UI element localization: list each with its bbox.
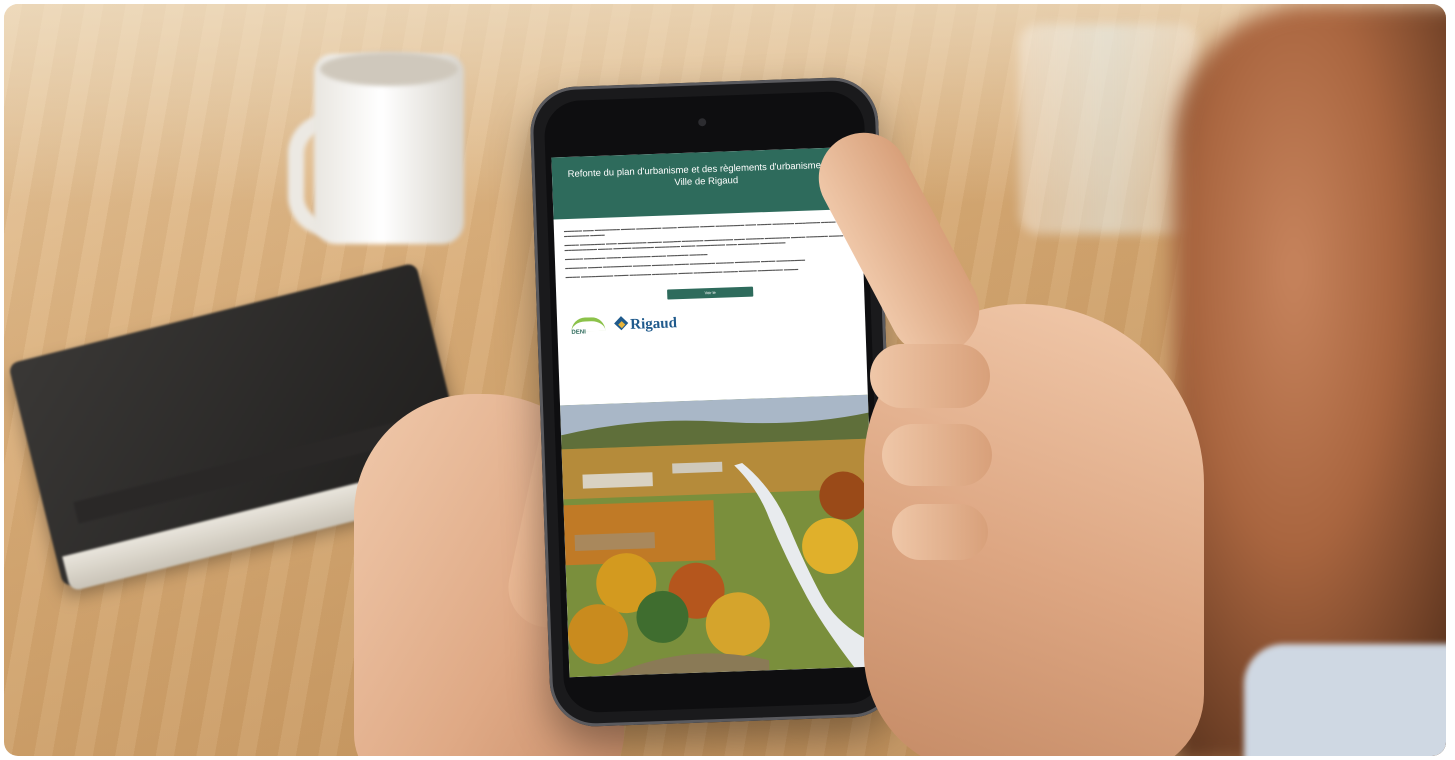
email-header: Refonte du plan d'urbanisme et des règle… — [551, 146, 862, 220]
front-camera — [698, 118, 707, 127]
rigaud-mark-icon — [613, 316, 629, 332]
autumn-aerial-photo — [560, 394, 878, 678]
right-little-finger — [892, 504, 988, 560]
rigaud-logo-text: Rigaud — [629, 314, 678, 333]
coffee-mug — [288, 44, 464, 244]
rigaud-logo: Rigaud — [613, 315, 677, 334]
deni-logo: DENI — [570, 316, 606, 336]
photo-frame: Refonte du plan d'urbanisme et des règle… — [4, 4, 1446, 756]
email-body: ▬▬▬▬▬ ▬▬▬ ▬▬▬▬▬▬▬ ▬▬▬▬ ▬▬▬▬▬▬▬ ▬▬▬▬ ▬▬▬▬… — [554, 209, 865, 309]
deni-logo-text: DENI — [571, 329, 586, 336]
email-title: Refonte du plan d'urbanisme et des règle… — [567, 159, 845, 189]
person-shirt — [1244, 644, 1446, 756]
email-newsletter: Refonte du plan d'urbanisme et des règle… — [551, 146, 878, 678]
mug-rim — [320, 52, 458, 86]
cta-button[interactable]: Voir le — [667, 286, 754, 300]
right-middle-finger — [870, 344, 990, 408]
right-ring-finger — [882, 424, 992, 486]
water-glass — [1019, 24, 1199, 234]
